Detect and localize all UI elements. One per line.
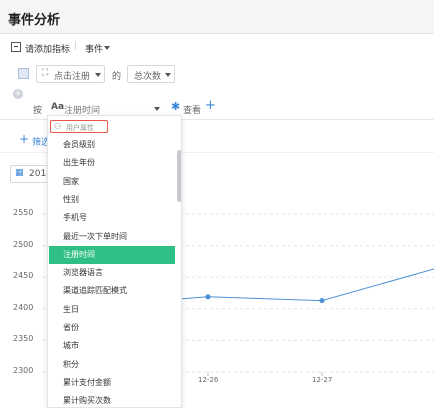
dropdown-option[interactable]: 手机号 xyxy=(49,209,175,227)
dropdown-option[interactable]: 会员级别 xyxy=(49,136,175,154)
dropdown-option[interactable]: 城市 xyxy=(49,337,175,355)
dropdown-scrollbar[interactable] xyxy=(177,150,181,202)
y-tick-label: 2350 xyxy=(13,334,34,344)
dropdown-option[interactable]: 注册时间 xyxy=(49,245,175,264)
dropdown-option[interactable]: 出生年份 xyxy=(49,154,175,172)
dropdown-option[interactable]: 累计支付金额 xyxy=(49,374,175,392)
dropdown-option[interactable]: 积分 xyxy=(49,356,175,374)
dropdown-option[interactable]: 省份 xyxy=(49,319,175,337)
x-tick-label: 12-26 xyxy=(198,376,219,384)
data-point[interactable] xyxy=(205,294,211,300)
property-dropdown: ⚇ 用户属性 会员级别 出生年份 国家 性别 手机号 最近一次下单时间 注册时间 浏览器语言渠… xyxy=(47,115,182,408)
data-point[interactable] xyxy=(319,297,325,304)
dropdown-option[interactable]: 性别 xyxy=(49,191,175,209)
dropdown-option[interactable]: 最近一次下单时间 xyxy=(49,228,175,246)
dropdown-option[interactable]: 浏览器语言 xyxy=(49,264,175,282)
y-tick-label: 2500 xyxy=(13,239,34,249)
y-tick-label: 2550 xyxy=(13,208,34,217)
user-property-icon: ⚇ xyxy=(54,122,62,131)
dropdown-option[interactable]: 渠道追踪匹配模式 xyxy=(49,282,175,300)
dropdown-option[interactable]: 生日 xyxy=(49,301,175,319)
y-tick-label: 2450 xyxy=(13,271,34,281)
dropdown-option[interactable]: 国家 xyxy=(49,173,175,191)
property-search-tag[interactable]: ⚇ 用户属性 xyxy=(50,120,108,133)
y-tick-label: 2300 xyxy=(13,366,34,375)
dropdown-option[interactable]: 累计购买次数 xyxy=(49,392,175,407)
x-tick-label: 12-27 xyxy=(312,376,333,384)
property-search-label: 用户属性 xyxy=(66,124,94,132)
y-tick-label: 2400 xyxy=(13,302,34,312)
